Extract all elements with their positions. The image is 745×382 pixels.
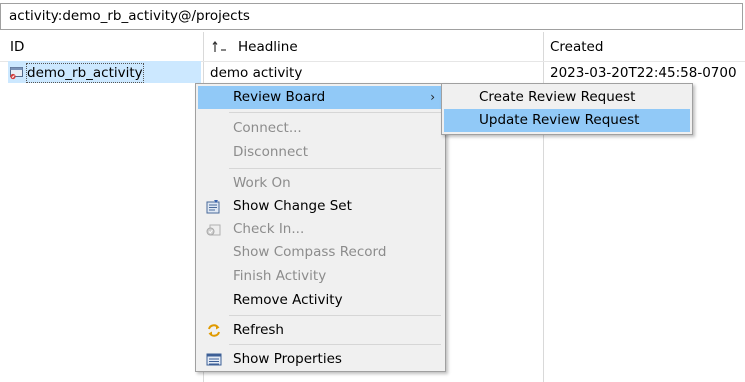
menu-item-show-compass-record[interactable]: Show Compass Record [198,241,443,264]
column-header-headline[interactable]: Headline [238,38,298,56]
review-board-submenu: Create Review Request Update Review Requ… [441,83,693,135]
chevron-right-icon: › [430,90,435,104]
column-header-created[interactable]: Created [550,38,603,56]
menu-separator [229,112,441,113]
sort-ascending-icon [212,41,226,52]
refresh-icon [208,324,220,337]
menu-item-label: Refresh [233,322,284,338]
menu-item-review-board[interactable]: Review Board › [198,86,443,109]
menu-item-disconnect[interactable]: Disconnect [198,141,443,164]
menu-item-label: Remove Activity [233,292,343,308]
path-bar[interactable]: activity:demo_rb_activity@/projects [0,3,743,30]
menu-item-update-review-request[interactable]: Update Review Request [444,109,690,132]
menu-item-label: Update Review Request [479,112,640,128]
menu-item-show-properties[interactable]: Show Properties [198,348,443,371]
menu-item-label: Work On [233,175,291,191]
row-created-cell[interactable]: 2023-03-20T22:45:58-0700 [550,64,737,82]
menu-item-label: Check In... [233,221,305,237]
check-in-icon [206,224,221,236]
menu-item-connect[interactable]: Connect... [198,117,443,140]
menu-item-remove-activity[interactable]: Remove Activity [198,289,443,312]
context-menu: Review Board › Connect... Disconnect Wor… [195,83,446,372]
properties-icon [206,353,222,366]
menu-separator [229,315,441,316]
menu-item-label: Finish Activity [233,268,327,284]
menu-item-label: Show Compass Record [233,244,387,260]
menu-item-label: Connect... [233,120,302,136]
menu-item-label: Disconnect [233,144,308,160]
menu-item-work-on[interactable]: Work On [198,172,443,195]
menu-item-refresh[interactable]: Refresh [198,319,443,342]
menu-separator [229,168,441,169]
menu-item-label: Show Change Set [233,198,352,214]
menu-item-label: Review Board [233,89,326,105]
menu-item-show-change-set[interactable]: Show Change Set [198,195,443,218]
row-id-cell[interactable]: demo_rb_activity [26,63,144,83]
activity-icon [10,67,23,80]
menu-item-create-review-request[interactable]: Create Review Request [444,86,690,109]
row-headline-cell[interactable]: demo activity [210,64,302,82]
column-header-id[interactable]: ID [10,38,24,56]
menu-item-label: Show Properties [233,351,342,367]
menu-item-label: Create Review Request [479,89,636,105]
menu-separator [229,344,441,345]
menu-item-check-in[interactable]: Check In... [198,218,443,241]
menu-item-finish-activity[interactable]: Finish Activity [198,265,443,288]
change-set-icon [206,200,220,214]
